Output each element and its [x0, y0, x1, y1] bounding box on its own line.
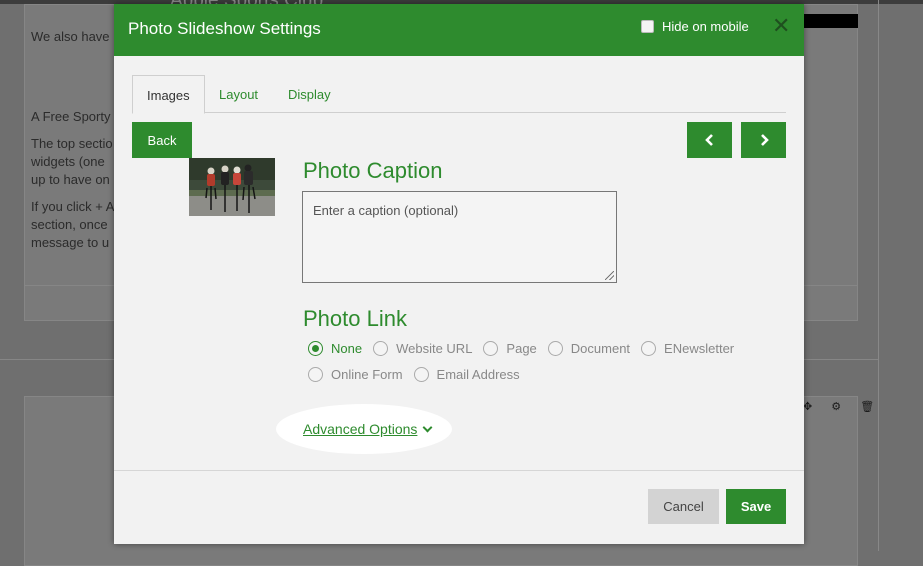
hide-on-mobile-checkbox[interactable]: [641, 20, 654, 33]
modal-footer-divider: [114, 470, 804, 471]
radio-button[interactable]: [547, 341, 563, 356]
radio-option-document[interactable]: Document: [547, 341, 630, 356]
radio-button[interactable]: [308, 341, 323, 356]
background-right-edge: [878, 0, 879, 551]
hide-on-mobile-toggle[interactable]: Hide on mobile: [641, 19, 749, 34]
background-text-line: widgets (one: [31, 154, 105, 169]
background-text-line: The top sectio: [31, 136, 113, 151]
advanced-options-link[interactable]: Advanced Options: [303, 421, 433, 437]
back-button[interactable]: Back: [132, 122, 192, 158]
radio-button[interactable]: [308, 367, 323, 382]
chevron-left-icon: [704, 134, 713, 146]
close-icon[interactable]: ✕: [772, 14, 790, 38]
save-button[interactable]: Save: [726, 489, 786, 524]
hide-on-mobile-label: Hide on mobile: [662, 19, 749, 34]
tab-layout[interactable]: Layout: [205, 75, 272, 113]
background-text-line: If you click + A: [31, 199, 115, 214]
photo-thumbnail: [189, 158, 275, 216]
radio-button[interactable]: [483, 341, 499, 356]
next-photo-button[interactable]: [741, 122, 786, 158]
photo-slideshow-settings-modal: Photo Slideshow Settings Hide on mobile …: [114, 4, 804, 544]
settings-tabs: Images Layout Display: [132, 75, 786, 114]
radio-option-page[interactable]: Page: [483, 341, 537, 356]
radio-option-email-address[interactable]: Email Address: [413, 367, 520, 382]
photo-link-options-row-2: Online Form Email Address: [308, 367, 531, 382]
chevron-right-icon: [760, 134, 769, 146]
photo-link-options-row-1: None Website URL Page Document ENewslett…: [308, 341, 745, 356]
background-text-line: A Free Sporty: [31, 109, 111, 124]
radio-button[interactable]: [413, 367, 429, 382]
radio-option-enewsletter[interactable]: ENewsletter: [641, 341, 734, 356]
radio-option-online-form[interactable]: Online Form: [308, 367, 403, 382]
background-black-bar: [803, 14, 858, 28]
photo-caption-heading: Photo Caption: [303, 158, 443, 183]
chevron-down-icon: [422, 422, 433, 432]
cancel-button[interactable]: Cancel: [648, 489, 719, 524]
caption-placeholder: Enter a caption (optional): [313, 203, 459, 218]
tab-images[interactable]: Images: [132, 75, 205, 114]
radio-option-website-url[interactable]: Website URL: [373, 341, 472, 356]
previous-photo-button[interactable]: [687, 122, 732, 158]
background-text-line: section, once: [31, 217, 108, 232]
tab-display[interactable]: Display: [274, 75, 345, 113]
photo-link-heading: Photo Link: [303, 306, 407, 331]
advanced-options-label: Advanced Options: [303, 421, 418, 437]
background-text-line: We also have: [31, 29, 110, 44]
background-widget-tools: ✥ ⚙ 🗑: [803, 401, 883, 413]
resize-handle-icon[interactable]: [605, 271, 614, 280]
modal-header: Photo Slideshow Settings Hide on mobile …: [114, 4, 804, 56]
radio-option-none[interactable]: None: [308, 341, 362, 356]
radio-button[interactable]: [373, 341, 389, 356]
background-text-line: up to have on: [31, 172, 110, 187]
background-text-line: message to u: [31, 235, 110, 250]
radio-button[interactable]: [641, 341, 657, 356]
photo-caption-textarea[interactable]: Enter a caption (optional): [302, 191, 617, 283]
modal-title: Photo Slideshow Settings: [128, 19, 321, 38]
